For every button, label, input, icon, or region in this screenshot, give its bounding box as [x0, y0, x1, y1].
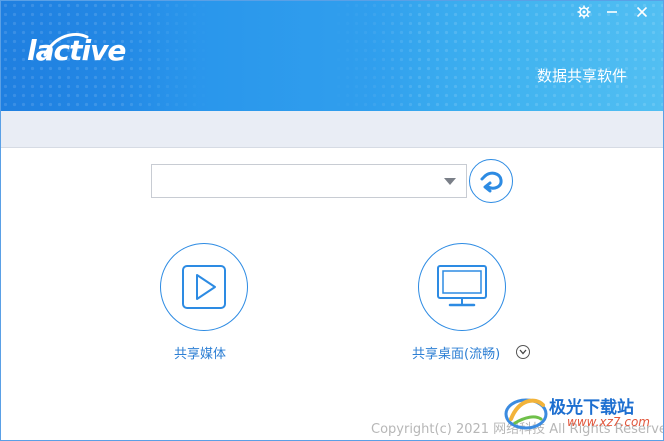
- header-banner: lactive 数据共享软件: [1, 1, 663, 111]
- close-button[interactable]: [629, 1, 655, 23]
- watermark-logo-icon: [504, 398, 548, 430]
- app-logo: lactive: [27, 34, 126, 67]
- share-desktop-button[interactable]: [418, 243, 506, 331]
- play-icon: [182, 265, 226, 309]
- close-icon: [636, 6, 648, 18]
- minimize-button[interactable]: [599, 1, 625, 23]
- share-media-label[interactable]: 共享媒体: [174, 343, 226, 362]
- chevron-down-icon: [519, 349, 527, 355]
- app-window: lactive 数据共享软件 共享媒体 共享桌面(流畅) Copyright(c…: [0, 0, 664, 441]
- share-desktop-label[interactable]: 共享桌面(流畅): [412, 343, 500, 362]
- gear-icon: [577, 5, 591, 19]
- device-select[interactable]: [151, 164, 467, 198]
- refresh-icon: [480, 171, 503, 193]
- share-media-button[interactable]: [160, 243, 248, 331]
- watermark-url: www.xz7.com: [567, 415, 650, 429]
- toolbar-strip: [1, 111, 663, 148]
- refresh-button[interactable]: [469, 159, 513, 203]
- settings-button[interactable]: [571, 1, 597, 23]
- desktop-options-button[interactable]: [516, 345, 530, 359]
- dropdown-arrow-icon[interactable]: [444, 178, 456, 185]
- monitor-icon: [437, 265, 487, 307]
- minimize-icon: [607, 11, 617, 13]
- app-title: 数据共享软件: [536, 67, 627, 85]
